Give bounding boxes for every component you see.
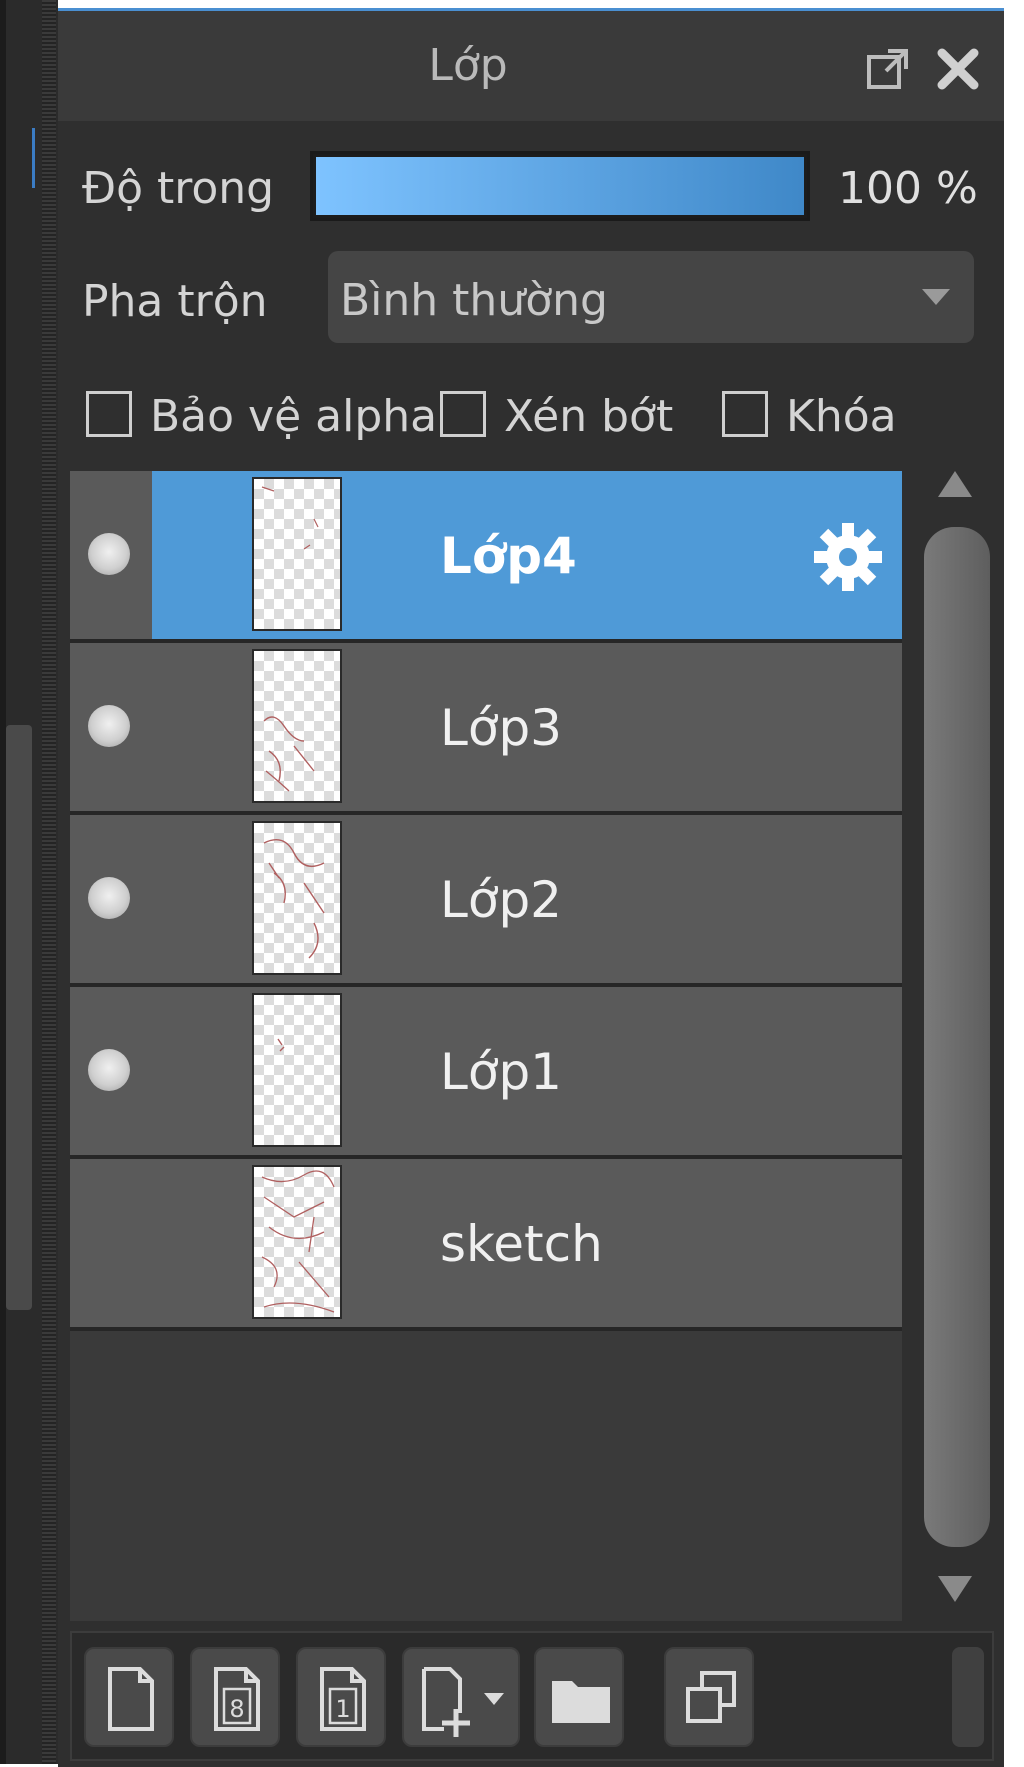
add-layer-dropdown-icon (422, 1667, 504, 1737)
protect-alpha-checkbox[interactable] (86, 391, 132, 437)
panel-titlebar: Lớp (58, 11, 1004, 121)
layer-thumbnail (252, 1165, 342, 1319)
clipping-checkbox[interactable] (440, 391, 486, 437)
popout-icon[interactable] (866, 47, 910, 91)
new-layer-button[interactable] (84, 1647, 174, 1747)
duplicate-layer-icon (686, 1671, 736, 1723)
opacity-slider[interactable] (310, 151, 810, 221)
chevron-down-icon (922, 289, 950, 309)
visibility-toggle-icon[interactable] (88, 877, 130, 919)
layer-row[interactable]: Lớp3 (70, 643, 902, 815)
panel-resize-handle[interactable] (42, 0, 56, 1764)
scroll-up-arrow-icon[interactable] (938, 471, 972, 501)
visibility-toggle-icon[interactable] (88, 705, 130, 747)
close-icon[interactable] (936, 47, 980, 91)
blend-mode-dropdown[interactable]: Bình thường (328, 251, 974, 343)
layer-name: Lớp4 (440, 527, 577, 585)
opacity-label: Độ trong (82, 163, 275, 214)
layer-panel: Lớp Độ trong 100 % Pha trộn Bình thường … (58, 8, 1004, 1767)
scrollbar-thumb[interactable] (924, 527, 990, 1547)
svg-text:8: 8 (229, 1695, 244, 1723)
layer-thumbnail (252, 477, 342, 631)
new-1bit-layer-icon: 1 (320, 1667, 366, 1731)
visibility-toggle-icon[interactable] (88, 533, 130, 575)
layer-list-scrollbar[interactable] (916, 471, 992, 1621)
gear-icon[interactable] (810, 519, 886, 599)
opacity-slider-fill (316, 157, 804, 215)
layer-list: Lớp4 Lớp3 Lớp2 Lớp1 sketch (70, 471, 902, 1621)
new-8bit-layer-icon: 8 (214, 1667, 260, 1731)
panel-title: Lớp (428, 40, 508, 91)
clipping-label: Xén bớt (504, 391, 674, 442)
layer-name: sketch (440, 1215, 603, 1273)
new-8bit-layer-button[interactable]: 8 (190, 1647, 280, 1747)
left-panel-focus-mark (32, 128, 35, 188)
layer-row[interactable]: sketch (70, 1159, 902, 1331)
window-edge (1004, 0, 1024, 1764)
new-folder-icon (552, 1681, 610, 1723)
layer-name: Lớp2 (440, 871, 562, 929)
layer-thumbnail (252, 649, 342, 803)
layer-row[interactable]: Lớp1 (70, 987, 902, 1159)
lock-label: Khóa (786, 391, 897, 442)
blend-mode-value: Bình thường (340, 275, 608, 326)
new-layer-icon (108, 1667, 154, 1731)
toolbar-overflow-handle[interactable] (952, 1647, 984, 1747)
svg-text:1: 1 (335, 1695, 350, 1723)
layer-thumbnail (252, 821, 342, 975)
left-panel-scrollbar[interactable] (6, 725, 32, 1310)
scroll-down-arrow-icon[interactable] (938, 1576, 972, 1606)
protect-alpha-label: Bảo vệ alpha (150, 391, 438, 442)
layer-name: Lớp3 (440, 699, 562, 757)
layer-toolbar: 8 1 (70, 1631, 994, 1761)
layer-row[interactable]: Lớp2 (70, 815, 902, 987)
lock-checkbox[interactable] (722, 391, 768, 437)
add-layer-dropdown-button[interactable] (402, 1647, 520, 1747)
visibility-toggle-icon[interactable] (88, 1049, 130, 1091)
opacity-value: 100 % (838, 163, 978, 214)
left-panel-strip (0, 0, 58, 1764)
layer-row[interactable]: Lớp4 (70, 471, 902, 643)
duplicate-layer-button[interactable] (664, 1647, 754, 1747)
layer-name: Lớp1 (440, 1043, 562, 1101)
new-folder-button[interactable] (534, 1647, 624, 1747)
layer-thumbnail (252, 993, 342, 1147)
blend-mode-label: Pha trộn (82, 276, 268, 327)
new-1bit-layer-button[interactable]: 1 (296, 1647, 386, 1747)
